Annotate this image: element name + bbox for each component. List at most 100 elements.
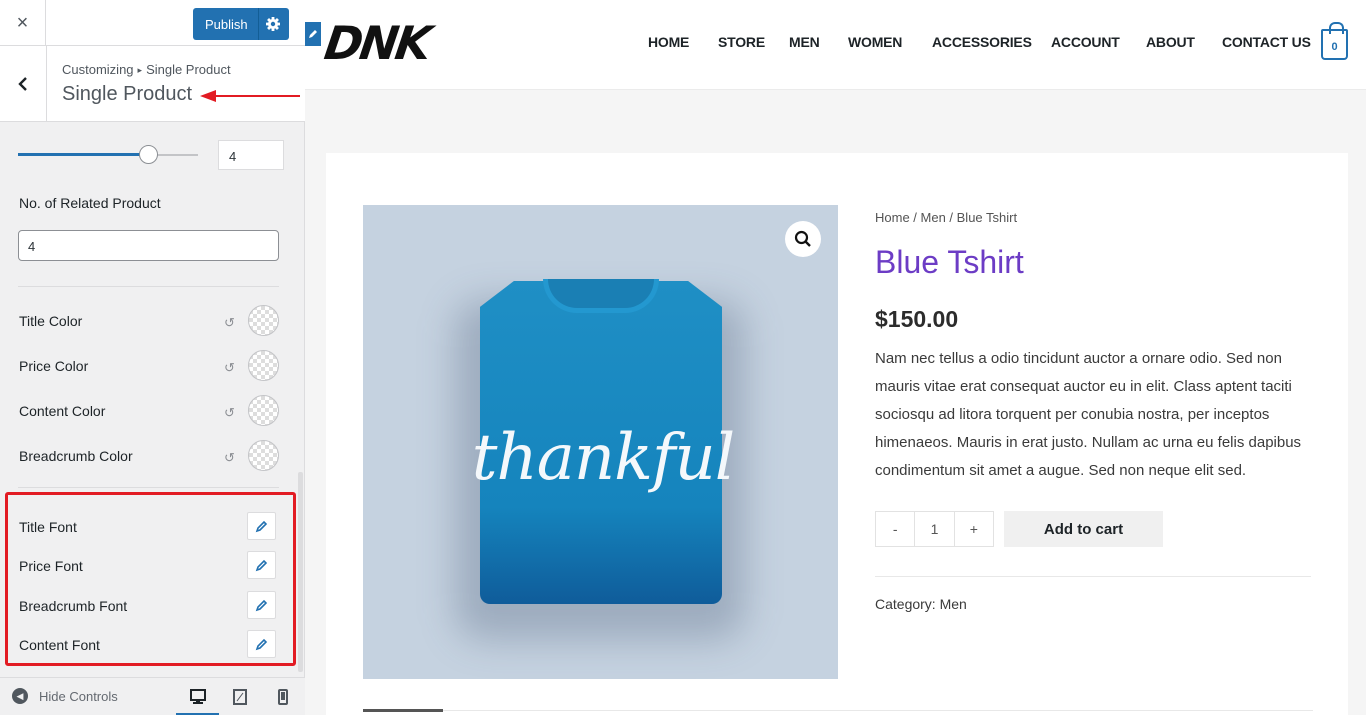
hide-controls-button[interactable]: ◀ Hide Controls: [12, 688, 118, 704]
edit-font-button[interactable]: [247, 591, 276, 619]
hide-controls-label: Hide Controls: [39, 688, 118, 704]
product-category[interactable]: Category: Men: [875, 596, 967, 612]
content-color-control: Content Color ↺: [0, 395, 300, 429]
price-color-control: Price Color ↺: [0, 350, 300, 384]
product-content: thankful Home / Men / Blue Tshirt Blue T…: [326, 153, 1348, 715]
pencil-icon: [255, 559, 268, 571]
tablet-preview-button[interactable]: [229, 686, 251, 708]
title-font-control: Title Font: [0, 512, 300, 542]
quantity-stepper: - 1 +: [875, 511, 994, 547]
collapse-icon: ◀: [12, 688, 28, 704]
nav-about[interactable]: ABOUT: [1146, 34, 1195, 50]
reset-icon[interactable]: ↺: [224, 450, 235, 466]
font-label: Title Font: [19, 519, 77, 535]
breadcrumb: Customizing ▸ Single Product: [62, 62, 231, 77]
product-image[interactable]: thankful: [363, 205, 838, 679]
chevron-left-icon: [18, 76, 27, 91]
color-swatch[interactable]: [248, 350, 279, 381]
search-icon: [794, 230, 811, 247]
product-title: Blue Tshirt: [875, 244, 1024, 280]
active-tab-indicator[interactable]: [363, 709, 443, 712]
site-logo[interactable]: DNK: [321, 16, 432, 70]
color-swatch[interactable]: [248, 305, 279, 336]
pencil-icon: [255, 599, 268, 611]
qty-input[interactable]: 1: [914, 512, 955, 546]
publish-separator: [258, 8, 259, 40]
close-customizer-button[interactable]: ×: [0, 0, 46, 46]
edit-font-button[interactable]: [247, 551, 276, 579]
customizer-sidebar: × Publish Customizing ▸ Single Product Sin…: [0, 0, 305, 715]
nav-men[interactable]: MEN: [789, 34, 820, 50]
gear-icon[interactable]: [263, 14, 283, 34]
slider-handle[interactable]: [138, 145, 158, 164]
tshirt-collar: [543, 279, 659, 313]
reset-icon[interactable]: ↺: [224, 360, 235, 376]
qty-plus-button[interactable]: +: [955, 512, 993, 546]
zoom-button[interactable]: [785, 221, 821, 257]
color-label: Title Color: [19, 313, 83, 329]
breadcrumb-font-control: Breadcrumb Font: [0, 591, 300, 621]
pencil-icon: [309, 30, 317, 38]
product-price: $150.00: [875, 306, 959, 332]
color-swatch[interactable]: [248, 395, 279, 426]
reset-icon[interactable]: ↺: [224, 315, 235, 331]
tablet-icon: [233, 689, 247, 705]
add-to-cart-button[interactable]: Add to cart: [1004, 511, 1163, 547]
customizer-footer: ◀ Hide Controls: [0, 677, 305, 715]
color-swatch[interactable]: [248, 440, 279, 471]
breadcrumb-separator: ▸: [137, 65, 143, 75]
tshirt-print-text: thankful: [471, 421, 735, 495]
divider: [18, 286, 279, 287]
mobile-icon: [278, 689, 288, 705]
pencil-icon: [255, 638, 268, 650]
pencil-icon: [255, 520, 268, 532]
section-title: Single Product: [62, 83, 193, 105]
column-slider-control: 4: [18, 140, 286, 170]
slider-number-input[interactable]: 4: [218, 140, 284, 170]
edit-font-button[interactable]: [247, 630, 276, 658]
back-button[interactable]: [0, 46, 47, 121]
desktop-icon: [190, 689, 206, 704]
edit-shortcut-button[interactable]: [305, 22, 321, 46]
edit-font-button[interactable]: [247, 512, 276, 540]
mobile-preview-button[interactable]: [272, 686, 294, 708]
breadcrumb-color-control: Breadcrumb Color ↺: [0, 440, 300, 474]
nav-accessories[interactable]: ACCESSORIES: [932, 34, 1032, 50]
title-color-control: Title Color ↺: [0, 305, 300, 339]
related-product-input[interactable]: 4: [18, 230, 279, 261]
nav-account[interactable]: ACCOUNT: [1051, 34, 1120, 50]
publish-button[interactable]: Publish: [193, 8, 289, 40]
publish-label: Publish: [205, 17, 248, 32]
nav-home[interactable]: HOME: [648, 34, 689, 50]
qty-minus-button[interactable]: -: [876, 512, 914, 546]
related-product-label: No. of Related Product: [19, 195, 161, 211]
color-label: Content Color: [19, 403, 106, 419]
divider: [18, 487, 279, 488]
site-header: DNK HOME STORE MEN WOMEN ACCESSORIES ACC…: [305, 0, 1366, 90]
font-label: Content Font: [19, 637, 100, 653]
tabs-divider: [363, 710, 1313, 711]
section-header: Customizing ▸ Single Product Single Produc…: [0, 46, 305, 122]
red-arrow-annotation: [200, 90, 300, 102]
nav-store[interactable]: STORE: [718, 34, 765, 50]
site-preview: DNK HOME STORE MEN WOMEN ACCESSORIES ACC…: [305, 0, 1366, 715]
product-breadcrumb: Home / Men / Blue Tshirt: [875, 210, 1018, 225]
nav-contact-us[interactable]: CONTACT US: [1222, 34, 1311, 50]
price-font-control: Price Font: [0, 551, 300, 581]
customizer-header: × Publish: [0, 0, 305, 46]
content-font-control: Content Font: [0, 630, 300, 660]
desktop-preview-button[interactable]: [187, 686, 209, 708]
divider: [875, 576, 1311, 577]
product-description: Nam nec tellus a odio tincidunt auctor a…: [875, 350, 1302, 479]
cart-button[interactable]: 0: [1321, 22, 1348, 60]
slider-fill: [18, 153, 148, 156]
color-label: Price Color: [19, 358, 89, 374]
sidebar-scrollbar[interactable]: [298, 472, 303, 672]
breadcrumb-current: Single Product: [146, 62, 231, 77]
color-label: Breadcrumb Color: [19, 448, 133, 464]
reset-icon[interactable]: ↺: [224, 405, 235, 421]
font-label: Breadcrumb Font: [19, 598, 128, 614]
font-label: Price Font: [19, 558, 83, 574]
cart-count: 0: [1331, 41, 1338, 53]
nav-women[interactable]: WOMEN: [848, 34, 902, 50]
